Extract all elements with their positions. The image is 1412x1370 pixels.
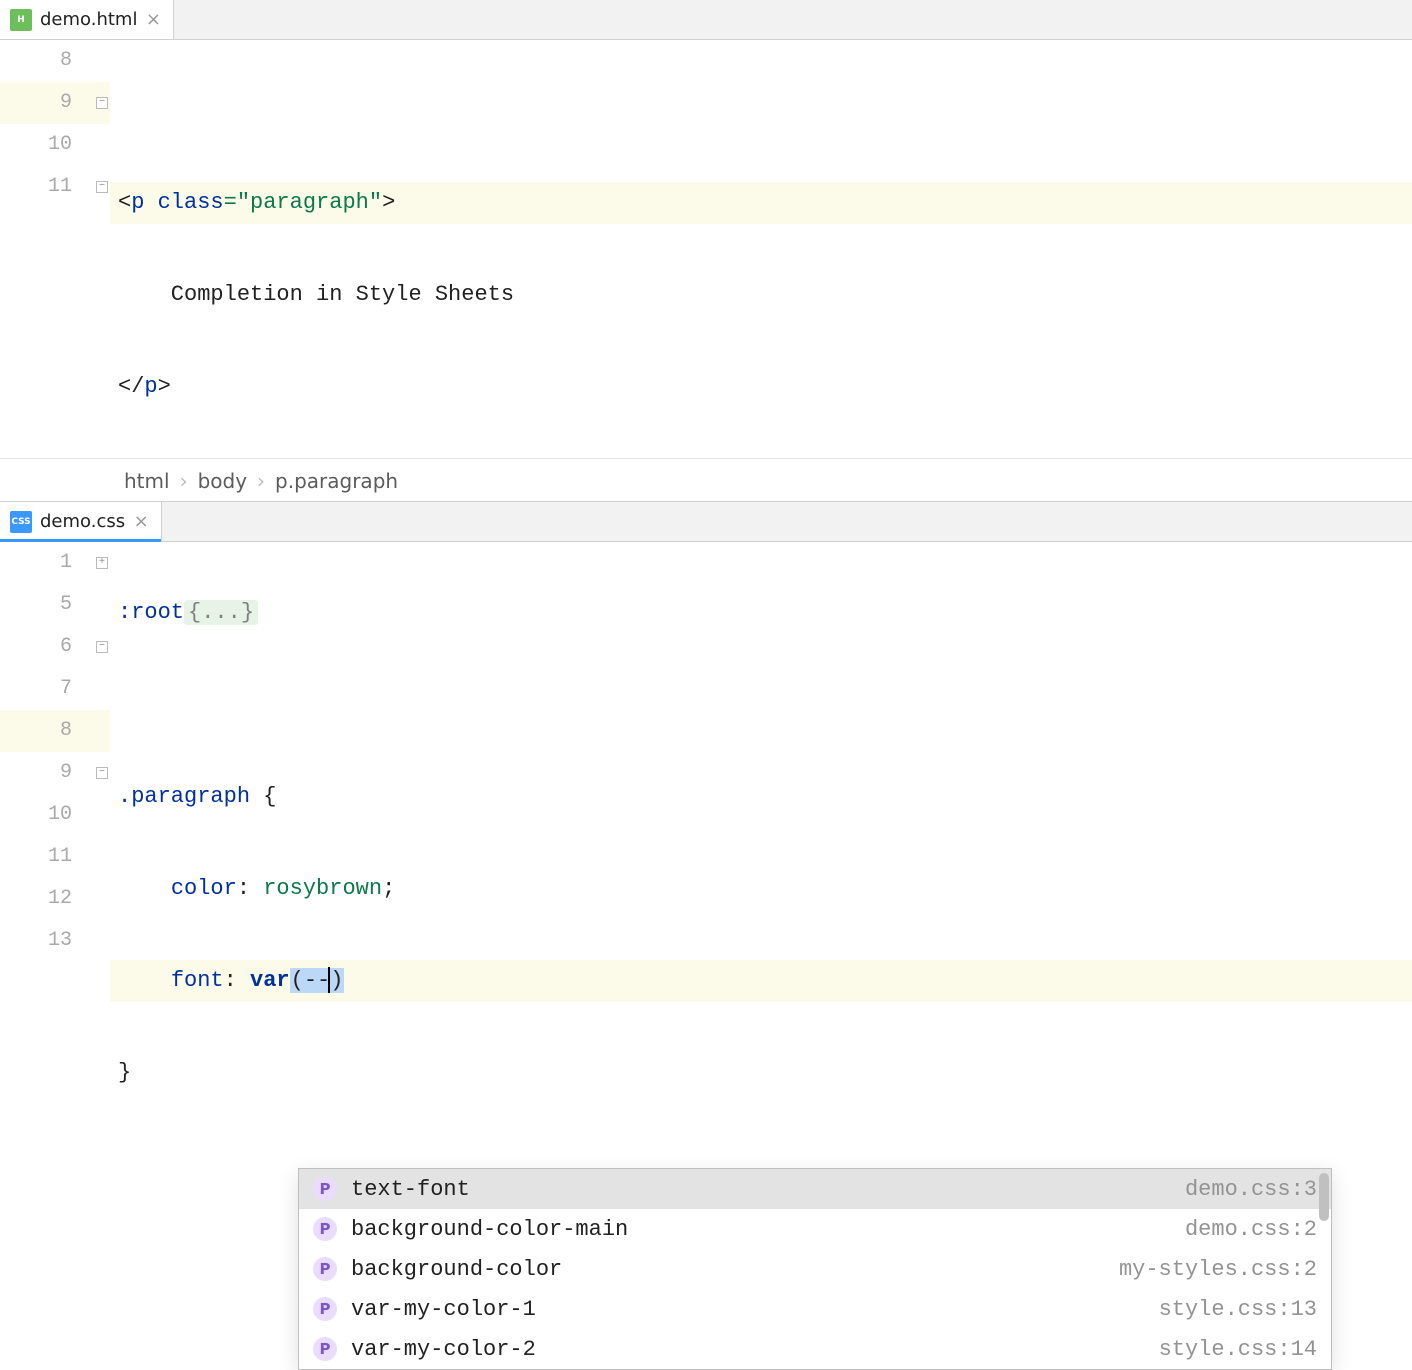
line-number: 6 [0, 626, 94, 668]
html-file-icon: H [10, 9, 32, 31]
crumb[interactable]: body [198, 469, 247, 493]
close-icon[interactable]: × [133, 514, 149, 530]
text-caret [328, 967, 330, 993]
close-icon[interactable]: × [145, 12, 161, 28]
editor-pane-css: CSS demo.css × 1 5 6 7 8 9 10 11 12 13 +… [0, 502, 1412, 1362]
tab-bar-top: H demo.html × [0, 0, 1412, 40]
crumb[interactable]: html [124, 469, 170, 493]
completion-source: my-styles.css:2 [1119, 1257, 1317, 1282]
line-number: 1 [0, 542, 94, 584]
completion-source: demo.css:3 [1185, 1177, 1317, 1202]
tab-demo-html[interactable]: H demo.html × [0, 0, 174, 39]
scrollbar-thumb[interactable] [1319, 1173, 1329, 1221]
line-number: 12 [0, 878, 94, 920]
property-badge-icon: P [313, 1217, 337, 1241]
completion-label: background-color-main [351, 1217, 1171, 1242]
fold-handle-icon[interactable]: − [96, 767, 108, 779]
fold-handle-icon[interactable]: − [96, 641, 108, 653]
fold-handle-icon[interactable]: − [96, 181, 108, 193]
line-number: 11 [0, 836, 94, 878]
crumb[interactable]: p.paragraph [275, 469, 398, 493]
gutter-html: 8 9 10 11 [0, 40, 94, 458]
property-badge-icon: P [313, 1337, 337, 1361]
completion-label: var-my-color-2 [351, 1337, 1145, 1362]
code-area-html[interactable]: <p class="paragraph"> Completion in Styl… [110, 40, 1412, 458]
completion-label: background-color [351, 1257, 1105, 1282]
line-number: 5 [0, 584, 94, 626]
tab-demo-css[interactable]: CSS demo.css × [0, 502, 162, 541]
line-number: 7 [0, 668, 94, 710]
line-number: 13 [0, 920, 94, 962]
completion-source: style.css:14 [1159, 1337, 1317, 1362]
completion-item[interactable]: P var-my-color-2 style.css:14 [299, 1329, 1331, 1369]
completion-popup[interactable]: P text-font demo.css:3 P background-colo… [298, 1168, 1332, 1370]
property-badge-icon: P [313, 1297, 337, 1321]
completion-label: text-font [351, 1177, 1171, 1202]
tab-filename: demo.html [40, 9, 137, 30]
editor-html[interactable]: 8 9 10 11 − − <p class="paragraph"> Comp… [0, 40, 1412, 458]
completion-item[interactable]: P background-color-main demo.css:2 [299, 1209, 1331, 1249]
gutter-css: 1 5 6 7 8 9 10 11 12 13 [0, 542, 94, 1362]
folded-region[interactable]: {...} [184, 600, 258, 625]
line-number: 9 [0, 82, 94, 124]
text-content: Completion in Style Sheets [118, 282, 514, 307]
completion-item[interactable]: P text-font demo.css:3 [299, 1169, 1331, 1209]
completion-source: demo.css:2 [1185, 1217, 1317, 1242]
tab-filename: demo.css [40, 511, 125, 532]
editor-pane-html: H demo.html × 8 9 10 11 − − <p class="pa… [0, 0, 1412, 502]
line-number: 11 [0, 166, 94, 208]
line-number: 10 [0, 794, 94, 836]
line-number: 8 [0, 40, 94, 82]
tab-bar-bottom: CSS demo.css × [0, 502, 1412, 542]
fold-column: + − − [94, 542, 110, 1362]
fold-handle-icon[interactable]: − [96, 97, 108, 109]
breadcrumbs[interactable]: html›body›p.paragraph [0, 458, 1412, 502]
css-file-icon: CSS [10, 511, 32, 533]
completion-item[interactable]: P var-my-color-1 style.css:13 [299, 1289, 1331, 1329]
fold-column: − − [94, 40, 110, 458]
property-badge-icon: P [313, 1177, 337, 1201]
property-badge-icon: P [313, 1257, 337, 1281]
line-number: 9 [0, 752, 94, 794]
completion-label: var-my-color-1 [351, 1297, 1145, 1322]
line-number: 8 [0, 710, 94, 752]
completion-source: style.css:13 [1159, 1297, 1317, 1322]
fold-expand-icon[interactable]: + [96, 557, 108, 569]
line-number: 10 [0, 124, 94, 166]
completion-item[interactable]: P background-color my-styles.css:2 [299, 1249, 1331, 1289]
